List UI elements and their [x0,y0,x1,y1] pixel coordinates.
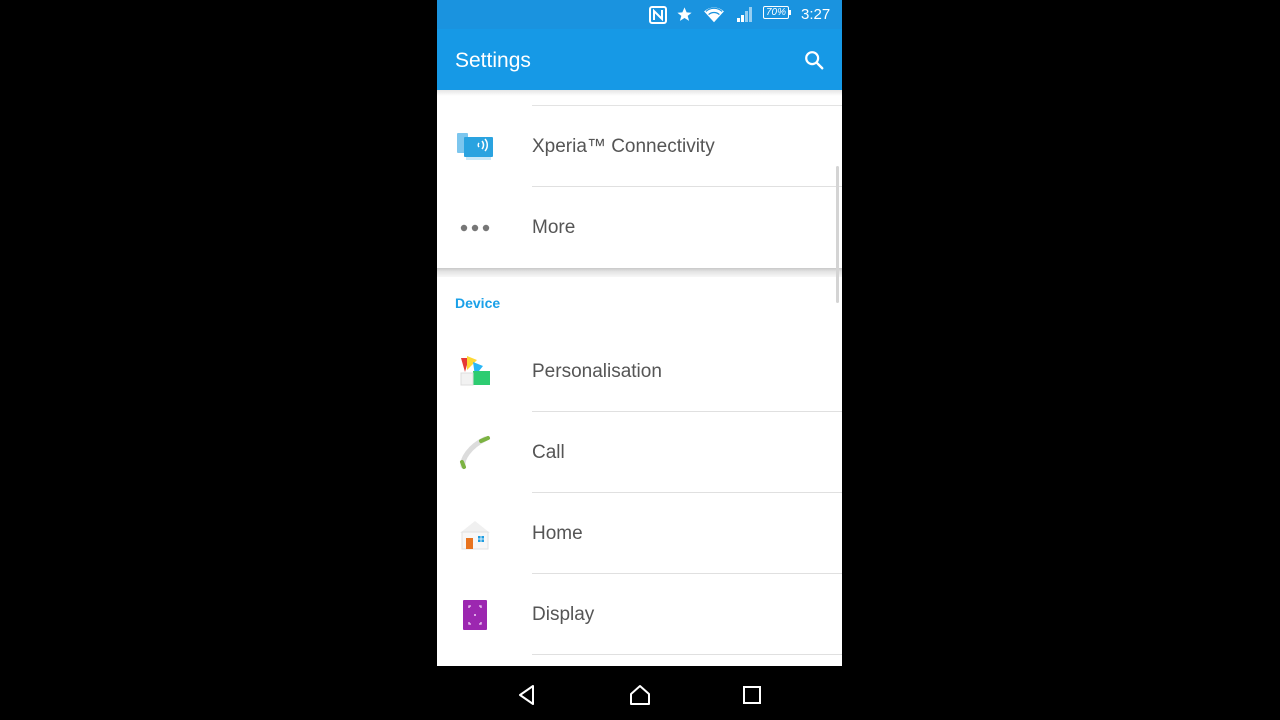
settings-item-label: Personalisation [532,361,662,382]
star-icon [674,0,694,29]
recents-button[interactable] [734,677,770,713]
signal-icon [735,0,755,29]
nfc-icon [648,0,668,29]
settings-list: Xperia™ Connectivity More Device Persona… [437,90,842,666]
settings-item-home[interactable]: Home [437,493,842,574]
clock: 3:27 [801,6,831,23]
back-icon [519,685,534,705]
settings-item-label: Home [532,523,583,544]
settings-item-xperia-connectivity[interactable]: Xperia™ Connectivity [437,106,842,187]
app-bar: Settings [437,29,842,90]
section-header-device: Device [455,295,501,311]
settings-item-label: Display [532,604,595,625]
home-icon [455,515,495,553]
back-button[interactable] [509,677,545,713]
recents-icon [743,686,761,704]
home-nav-button[interactable] [622,677,658,713]
phone-screen: 70% 3:27 Settings Xperia™ Connectivity M… [437,0,842,720]
scrollbar[interactable] [836,166,839,303]
display-icon [455,596,495,634]
navigation-bar [437,666,842,720]
battery-level: 70% [765,7,786,18]
settings-item-display[interactable]: Display [437,574,842,655]
settings-item-call[interactable]: Call [437,412,842,493]
wifi-icon [702,0,726,29]
home-nav-icon [630,685,650,705]
search-button[interactable] [799,45,829,75]
settings-item-label: Xperia™ Connectivity [532,136,715,157]
section-separator [437,268,842,277]
settings-item-more[interactable]: More [437,187,842,268]
status-bar: 70% 3:27 [437,0,842,29]
settings-item-personalisation[interactable]: Personalisation [437,331,842,412]
settings-item-label: More [532,217,576,238]
xperia-connectivity-icon [455,128,495,166]
personalisation-icon [455,353,495,391]
page-title: Settings [455,49,531,72]
call-icon [455,434,495,472]
more-dots-icon [455,209,495,247]
battery-indicator: 70% [763,6,791,21]
search-icon [805,51,824,70]
settings-item-label: Call [532,442,565,463]
